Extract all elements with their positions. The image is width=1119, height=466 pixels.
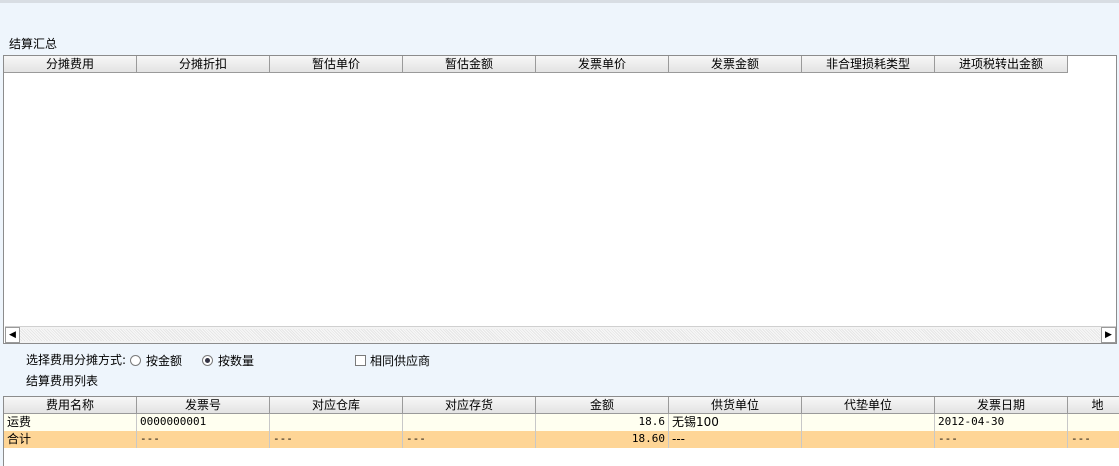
fee-col-header[interactable]: 对应存货 xyxy=(403,397,536,414)
table-cell[interactable]: 18.6 xyxy=(536,414,669,431)
scroll-track[interactable] xyxy=(20,329,1100,341)
table-row[interactable]: 运费 0000000001 18.6 无锡100 2012-04-30 xyxy=(4,414,1119,431)
fee-col-header[interactable]: 地 xyxy=(1068,397,1119,414)
table-cell[interactable]: 18.60 xyxy=(536,431,669,448)
top-strip xyxy=(0,0,1119,3)
radio-by-quantity[interactable] xyxy=(202,355,213,366)
table-cell[interactable]: --- xyxy=(270,431,403,448)
table-cell[interactable] xyxy=(802,414,935,431)
table-cell[interactable]: 运费 xyxy=(4,414,137,431)
summary-title: 结算汇总 xyxy=(9,37,58,51)
fee-list-title: 结算费用列表 xyxy=(26,374,99,388)
fee-col-header[interactable]: 费用名称 xyxy=(4,397,137,414)
summary-col-header[interactable]: 暂估金额 xyxy=(403,56,536,73)
fee-col-header[interactable]: 发票号 xyxy=(137,397,270,414)
table-cell[interactable]: --- xyxy=(669,431,802,448)
allocation-method-label: 选择费用分摊方式: xyxy=(26,353,127,367)
summary-col-header[interactable]: 暂估单价 xyxy=(270,56,403,73)
summary-grid[interactable]: 分摊费用 分摊折扣 暂估单价 暂估金额 发票单价 发票金额 非合理损耗类型 进项税转出金额 ◀… xyxy=(3,55,1117,344)
scroll-right-icon[interactable]: ▶ xyxy=(1101,327,1116,343)
table-cell[interactable]: 2012-04-30 xyxy=(935,414,1068,431)
fee-col-header[interactable]: 金额 xyxy=(536,397,669,414)
summary-col-header[interactable]: 分摊费用 xyxy=(4,56,137,73)
scroll-left-icon[interactable]: ◀ xyxy=(5,327,20,343)
fee-col-header[interactable]: 供货单位 xyxy=(669,397,802,414)
table-cell[interactable]: 合计 xyxy=(4,431,137,448)
table-cell[interactable]: --- xyxy=(403,431,536,448)
table-cell[interactable] xyxy=(802,431,935,448)
table-cell[interactable]: --- xyxy=(137,431,270,448)
radio-by-amount[interactable] xyxy=(130,355,141,366)
table-cell[interactable] xyxy=(1068,414,1119,431)
same-supplier-label[interactable]: 相同供应商 xyxy=(370,354,430,368)
summary-horizontal-scrollbar[interactable]: ◀ ▶ xyxy=(5,326,1116,343)
table-cell[interactable] xyxy=(403,414,536,431)
summary-col-header[interactable]: 发票金额 xyxy=(669,56,802,73)
table-cell[interactable] xyxy=(270,414,403,431)
summary-col-header[interactable]: 发票单价 xyxy=(536,56,669,73)
fee-list-grid[interactable]: 费用名称 发票号 对应仓库 对应存货 金额 供货单位 代垫单位 发票日期地 运费 0000000… xyxy=(3,396,1119,466)
radio-by-amount-label[interactable]: 按金额 xyxy=(146,354,182,368)
table-cell[interactable]: 0000000001 xyxy=(137,414,270,431)
radio-by-quantity-label[interactable]: 按数量 xyxy=(218,354,254,368)
total-row[interactable]: 合计 --- --- --- 18.60 --- --- --- xyxy=(4,431,1119,448)
table-cell[interactable]: --- xyxy=(935,431,1068,448)
summary-col-header[interactable]: 非合理损耗类型 xyxy=(802,56,935,73)
fee-col-header[interactable]: 对应仓库 xyxy=(270,397,403,414)
summary-col-header[interactable]: 进项税转出金额 xyxy=(935,56,1068,73)
summary-col-header[interactable]: 分摊折扣 xyxy=(137,56,270,73)
fee-col-header[interactable]: 发票日期 xyxy=(935,397,1068,414)
table-cell[interactable]: --- xyxy=(1068,431,1119,448)
table-cell[interactable]: 无锡100 xyxy=(669,414,802,431)
fee-col-header[interactable]: 代垫单位 xyxy=(802,397,935,414)
same-supplier-checkbox[interactable] xyxy=(355,355,366,366)
